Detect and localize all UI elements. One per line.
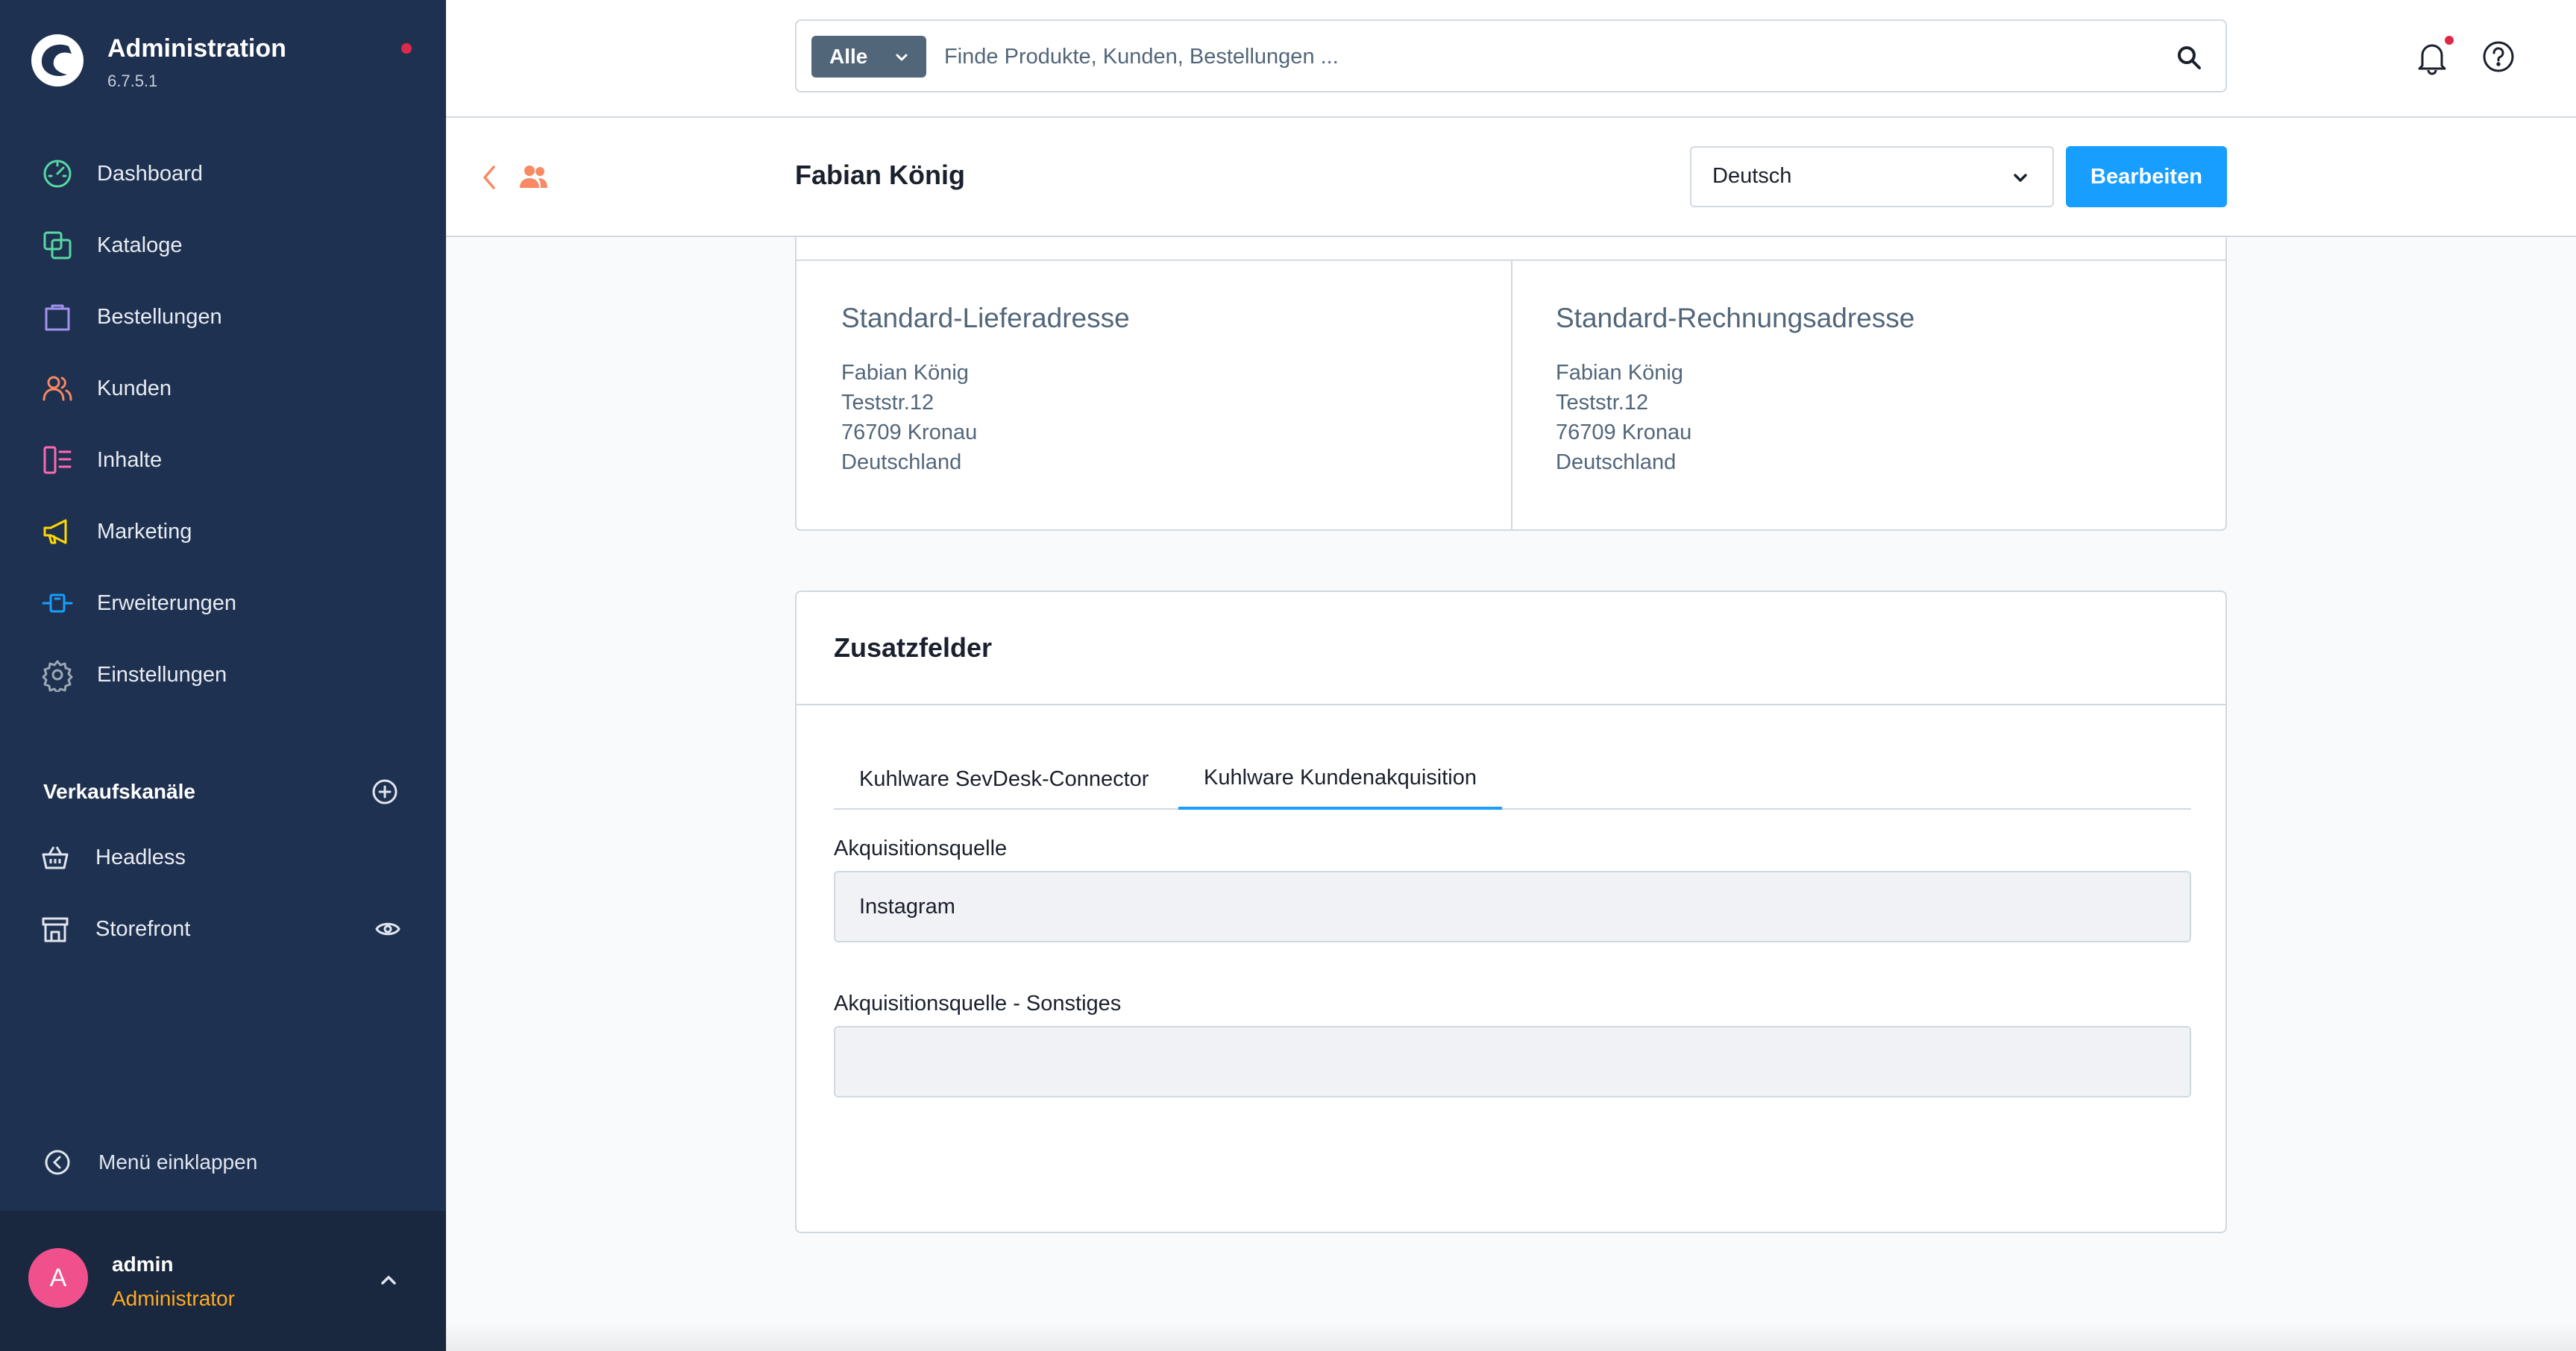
nav-item-settings[interactable]: Einstellungen xyxy=(0,639,446,711)
global-search: Alle xyxy=(795,19,2227,92)
field-value: Instagram xyxy=(859,895,955,919)
address-line: Deutschland xyxy=(841,450,962,474)
storefront-icon xyxy=(42,917,69,942)
nav-item-extensions[interactable]: Erweiterungen xyxy=(0,567,446,639)
address-line: Deutschland xyxy=(1556,450,1677,474)
basket-icon xyxy=(42,846,69,869)
edit-button[interactable]: Bearbeiten xyxy=(2066,146,2227,207)
status-dot xyxy=(401,43,412,54)
content-icon xyxy=(43,446,72,474)
scroll-shadow xyxy=(446,1321,2576,1351)
billing-address-title: Standard-Rechnungsadresse xyxy=(1556,303,1915,333)
nav-label: Kataloge xyxy=(97,233,183,257)
custom-fields-title: Zusatzfelder xyxy=(834,632,993,663)
app-title: Administration xyxy=(107,34,286,63)
address-line: Fabian König xyxy=(841,361,969,385)
main-nav: Dashboard Kataloge Bestellungen Kunden I… xyxy=(0,138,446,711)
nav-label: Erweiterungen xyxy=(97,591,236,615)
tab-kundenakquisition[interactable]: Kuhlware Kundenakquisition xyxy=(1178,749,1502,810)
tab-sevdesk-connector[interactable]: Kuhlware SevDesk-Connector xyxy=(834,749,1174,810)
address-line: 76709 Kronau xyxy=(1556,421,1692,444)
nav-label: Dashboard xyxy=(97,161,203,186)
user-name: admin xyxy=(112,1253,174,1276)
search-scope-dropdown[interactable]: Alle xyxy=(811,36,926,78)
acquisition-source-field[interactable]: Instagram xyxy=(834,871,2191,942)
nav-label: Inhalte xyxy=(97,447,163,472)
customers-icon xyxy=(43,376,72,401)
page-header: Fabian König Deutsch Bearbeiten xyxy=(446,118,2576,237)
brand: Administration 6.7.5.1 xyxy=(30,30,418,104)
shipping-address: Standard-Lieferadresse Fabian König Test… xyxy=(841,303,1130,477)
extensions-icon xyxy=(42,593,73,613)
catalog-icon xyxy=(43,231,72,259)
nav-label: Kunden xyxy=(97,376,172,400)
nav-label: Marketing xyxy=(97,519,192,544)
chevron-down-icon xyxy=(2014,174,2027,182)
sales-channel-label: Headless xyxy=(95,845,186,869)
shopware-logo-icon[interactable] xyxy=(30,33,85,88)
nav-item-orders[interactable]: Bestellungen xyxy=(0,281,446,353)
sales-channels-title: Verkaufskanäle xyxy=(43,780,195,803)
marketing-icon xyxy=(43,519,67,544)
sales-channel-headless[interactable]: Headless xyxy=(0,822,446,893)
dashboard-icon xyxy=(43,160,72,188)
sales-channels-header: Verkaufskanäle xyxy=(43,775,401,813)
address-line: 76709 Kronau xyxy=(841,421,978,444)
acquisition-source-other-field[interactable] xyxy=(834,1026,2191,1098)
sales-channel-list: Headless Storefront xyxy=(0,822,446,965)
search-input[interactable] xyxy=(943,36,2106,78)
chevron-down-icon xyxy=(896,54,908,61)
customers-icon xyxy=(520,166,547,188)
billing-address: Standard-Rechnungsadresse Fabian König T… xyxy=(1556,303,1914,477)
custom-fields-card: Zusatzfelder Kuhlware SevDesk-Connector … xyxy=(795,591,2227,1233)
nav-label: Einstellungen xyxy=(97,662,227,687)
address-line: Teststr.12 xyxy=(841,391,934,415)
notification-badge xyxy=(2443,34,2455,46)
nav-item-dashboard[interactable]: Dashboard xyxy=(0,138,446,210)
field-label: Akquisitionsquelle - Sonstiges xyxy=(834,992,1122,1015)
custom-field-tabs: Kuhlware SevDesk-Connector Kuhlware Kund… xyxy=(834,749,2191,810)
chevron-up-icon[interactable] xyxy=(376,1267,401,1293)
orders-icon xyxy=(45,304,70,331)
search-scope-label: Alle xyxy=(829,45,868,68)
nav-item-customers[interactable]: Kunden xyxy=(0,353,446,424)
address-line: Fabian König xyxy=(1556,361,1683,385)
page-title: Fabian König xyxy=(795,160,965,190)
address-line: Teststr.12 xyxy=(1556,391,1649,415)
search-icon[interactable] xyxy=(2175,43,2203,72)
field-label: Akquisitionsquelle xyxy=(834,837,1008,860)
nav-item-catalogs[interactable]: Kataloge xyxy=(0,210,446,281)
settings-icon xyxy=(42,660,73,692)
user-role: Administrator xyxy=(112,1287,235,1310)
card-header: Zusatzfelder xyxy=(797,592,2225,705)
app-version: 6.7.5.1 xyxy=(107,72,158,90)
language-switch[interactable]: Deutsch xyxy=(1690,146,2054,207)
help-icon[interactable] xyxy=(2481,39,2516,75)
eye-icon[interactable] xyxy=(374,916,401,942)
user-panel[interactable]: A admin Administrator xyxy=(0,1211,446,1351)
sales-channel-storefront[interactable]: Storefront xyxy=(0,893,446,965)
nav-item-marketing[interactable]: Marketing xyxy=(0,496,446,567)
language-value: Deutsch xyxy=(1712,164,1792,188)
column-divider xyxy=(1511,259,1512,531)
nav-item-content[interactable]: Inhalte xyxy=(0,424,446,496)
main-content: Standard-Lieferadresse Fabian König Test… xyxy=(446,237,2576,1351)
collapse-menu-button[interactable]: Menü einklappen xyxy=(43,1144,257,1181)
avatar[interactable]: A xyxy=(28,1248,88,1308)
nav-label: Bestellungen xyxy=(97,304,222,329)
sales-channel-label: Storefront xyxy=(95,916,191,941)
collapse-menu-label: Menü einklappen xyxy=(98,1150,258,1174)
chevron-left-icon[interactable] xyxy=(476,163,503,192)
sidebar: Administration 6.7.5.1 Dashboard Katalog… xyxy=(0,0,446,1351)
chevron-left-circle-icon xyxy=(45,1150,70,1175)
add-sales-channel-icon[interactable] xyxy=(368,775,401,808)
top-bar: Alle xyxy=(446,0,2576,118)
address-card: Standard-Lieferadresse Fabian König Test… xyxy=(795,237,2227,531)
shipping-address-title: Standard-Lieferadresse xyxy=(841,303,1130,333)
